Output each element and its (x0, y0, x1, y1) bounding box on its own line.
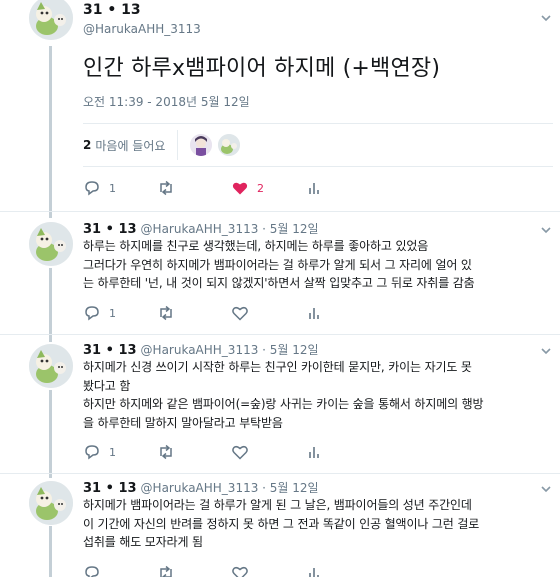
tweet-actions (83, 563, 379, 577)
reply-line: 그러다가 우연히 하지메가 뱀파이어라는 걸 하루가 알게 되서 그 자리에 얼… (83, 257, 472, 272)
heart-icon (232, 566, 248, 577)
tweet-actions: 1 (83, 303, 379, 323)
reply-line: 하지메가 신경 쓰이기 시작한 하루는 친구인 카이한테 묻지만, 카이는 자기… (83, 360, 472, 374)
reply-count: 1 (109, 445, 116, 459)
like-button[interactable] (231, 443, 305, 461)
like-button[interactable] (231, 564, 305, 577)
tweet-text: 인간 하루x뱀파이어 하지메 (+백연장) (83, 56, 441, 81)
reply-count: 1 (109, 181, 116, 195)
reply-meta[interactable]: @HarukaAHH_3113 · 5월 12일 (141, 343, 319, 357)
reply-header: 31 • 13 @HarukaAHH_3113 · 5월 12일 (83, 479, 319, 497)
tweet-header: 31 • 13 @HarukaAHH_3113 (83, 2, 201, 37)
reply-text: 하지메가 신경 쓰이기 시작한 하루는 친구인 카이한테 묻지만, 카이는 자기… (83, 358, 553, 432)
divider (0, 211, 560, 212)
reply-icon (85, 306, 99, 321)
reply-header: 31 • 13 @HarukaAHH_3113 · 5월 12일 (83, 341, 319, 359)
separator (177, 130, 179, 160)
likes-summary: 2 마음에 들어요 (83, 130, 246, 160)
reply-button[interactable]: 1 (83, 304, 157, 322)
stats-icon (309, 447, 319, 458)
author-name[interactable]: 31 • 13 (83, 2, 201, 18)
thread-line (49, 390, 52, 478)
thread-line (49, 46, 52, 218)
author-name[interactable]: 31 • 13 (83, 481, 137, 496)
retweet-button[interactable] (157, 564, 231, 577)
retweet-icon (160, 444, 172, 460)
chevron-down-icon[interactable] (540, 224, 552, 236)
heart-icon (232, 445, 248, 460)
author-name[interactable]: 31 • 13 (83, 222, 137, 237)
reply-line: 봤다고 함 (83, 378, 131, 393)
reply-icon (85, 566, 99, 577)
reply-text: 하루는 하지메를 친구로 생각했는데, 하지메는 하루를 좋아하고 있었음 그러… (83, 237, 553, 293)
reply-line: 이 기간에 자신의 반려를 정하지 못 하면 그 전과 똑같이 인공 혈액이나 … (83, 516, 480, 531)
tweet-actions: 1 (83, 442, 379, 462)
likes-count[interactable]: 2 (83, 138, 91, 152)
retweet-button[interactable] (157, 443, 231, 461)
stats-button[interactable] (305, 564, 379, 577)
reply-meta[interactable]: @HarukaAHH_3113 · 5월 12일 (141, 481, 319, 495)
reply-button[interactable] (83, 564, 157, 577)
reply-text: 하지메가 뱀파이어라는 걸 하루가 알게 된 그 날은, 뱀파이어들의 성년 주… (83, 496, 553, 552)
tweet-actions: 1 2 (83, 178, 379, 198)
reply-icon (85, 181, 99, 196)
reply-line: 하지만 하지메와 같은 뱀파이어(=숲)랑 사귀는 카이는 숲을 통해서 하지메… (83, 397, 484, 411)
author-handle[interactable]: @HarukaAHH_3113 (83, 21, 201, 37)
stats-icon (309, 308, 319, 319)
reply-line: 하지메가 뱀파이어라는 걸 하루가 알게 된 그 날은, 뱀파이어들의 성년 주… (83, 498, 472, 512)
reply-meta[interactable]: @HarukaAHH_3113 · 5월 12일 (141, 222, 319, 236)
reply-line: 는 하루한테 '넌, 내 것이 되지 않겠지'하면서 살짝 입맞추고 그 뒤로 … (83, 276, 475, 290)
heart-icon (232, 182, 248, 195)
thread-line (49, 526, 52, 577)
heart-icon (232, 306, 248, 321)
retweet-icon (160, 565, 172, 577)
retweet-button[interactable] (157, 304, 231, 322)
divider (0, 473, 560, 474)
tweet-timestamp[interactable]: 오전 11:39 - 2018년 5월 12일 (83, 93, 250, 110)
reply-line: 섭취를 해도 모자라게 됨 (83, 535, 203, 549)
stats-icon (309, 183, 319, 194)
like-button[interactable] (231, 304, 305, 322)
avatar[interactable] (29, 344, 73, 388)
likes-label[interactable]: 마음에 들어요 (95, 137, 165, 154)
stats-icon (309, 568, 319, 577)
reply-button[interactable]: 1 (83, 443, 157, 461)
avatar[interactable] (29, 481, 73, 525)
stats-button[interactable] (305, 304, 379, 322)
retweet-icon (160, 305, 172, 321)
avatar[interactable] (29, 0, 73, 40)
stats-button[interactable] (305, 443, 379, 461)
chevron-down-icon[interactable] (540, 12, 552, 24)
retweet-icon (160, 180, 172, 196)
retweet-button[interactable] (157, 179, 231, 197)
reply-button[interactable]: 1 (83, 179, 157, 197)
like-count: 2 (257, 181, 264, 195)
divider (83, 123, 553, 124)
like-button[interactable]: 2 (231, 179, 305, 197)
thread-line (49, 268, 52, 342)
chevron-down-icon[interactable] (540, 345, 552, 357)
reply-line: 하루는 하지메를 친구로 생각했는데, 하지메는 하루를 좋아하고 있었음 (83, 239, 429, 253)
divider (83, 166, 553, 167)
reply-line: 을 하루한테 말하지 말아달라고 부탁받음 (83, 415, 283, 430)
chevron-down-icon[interactable] (540, 483, 552, 495)
author-name[interactable]: 31 • 13 (83, 343, 137, 358)
stats-button[interactable] (305, 179, 379, 197)
liker-avatar[interactable] (190, 134, 213, 156)
reply-icon (85, 445, 99, 460)
divider (0, 334, 560, 335)
reply-count: 1 (109, 306, 116, 320)
liker-avatar[interactable] (218, 134, 241, 156)
reply-header: 31 • 13 @HarukaAHH_3113 · 5월 12일 (83, 220, 319, 238)
avatar[interactable] (29, 222, 73, 266)
